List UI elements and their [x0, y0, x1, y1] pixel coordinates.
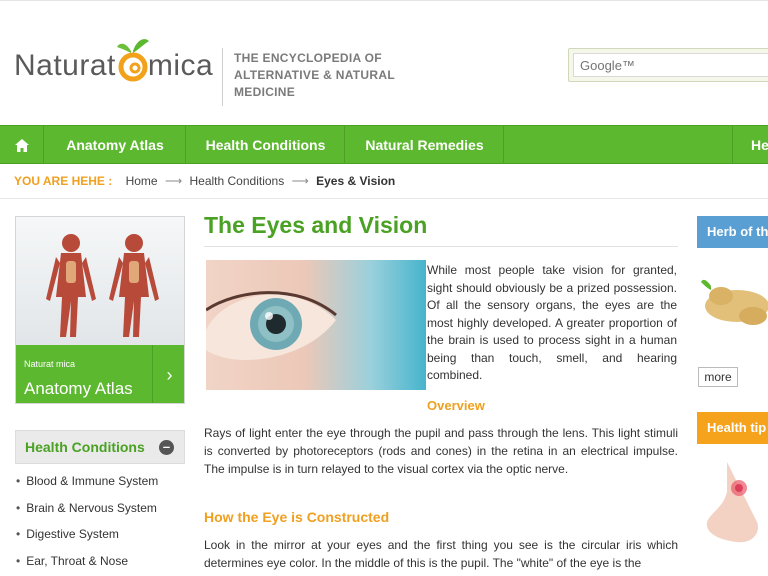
search-box — [568, 48, 768, 82]
breadcrumb-home[interactable]: Home — [126, 174, 158, 188]
breadcrumb-current: Eyes & Vision — [316, 174, 396, 188]
herb-title: Herb of th — [707, 224, 768, 239]
health-conditions-header[interactable]: Health Conditions – — [15, 430, 185, 464]
home-icon — [14, 138, 29, 152]
logo-divider — [222, 48, 223, 106]
logo-text-right: mica — [147, 49, 214, 82]
anatomy-figures-image — [16, 217, 184, 345]
title-divider — [204, 246, 678, 247]
anatomy-atlas-card[interactable]: Naturat mica Anatomy Atlas › — [15, 216, 185, 404]
foot-image[interactable] — [697, 452, 768, 552]
list-item[interactable]: Brain & Nervous System — [16, 501, 158, 528]
breadcrumb-label: YOU ARE HEHE : — [14, 174, 113, 188]
breadcrumb-divider — [0, 198, 768, 199]
chevron-right-icon[interactable]: › — [152, 345, 184, 403]
nav-health-conditions[interactable]: Health Conditions — [187, 126, 345, 164]
list-item[interactable]: Blood & Immune System — [16, 474, 158, 501]
eye-image — [206, 260, 426, 390]
more-button[interactable]: more — [698, 367, 738, 387]
nav-more[interactable]: He — [732, 126, 768, 164]
atlas-title: Anatomy Atlas — [24, 379, 133, 398]
nav-anatomy-atlas[interactable]: Anatomy Atlas — [45, 126, 186, 164]
paragraph-2: Look in the mirror at your eyes and the … — [204, 538, 678, 570]
tips-title: Health tip — [707, 420, 767, 435]
overview-heading: Overview — [427, 398, 485, 413]
page-title: The Eyes and Vision — [204, 212, 428, 238]
intro-text: While most people take vision for grante… — [427, 263, 677, 382]
main-nav: Anatomy Atlas Health Conditions Natural … — [0, 125, 768, 164]
site-header: Naturat mica THE ENCYCLOPEDIA OF ALTERNA… — [0, 0, 768, 125]
constructed-heading: How the Eye is Constructed — [204, 509, 390, 525]
list-item[interactable]: Ear, Throat & Nose — [16, 554, 158, 576]
health-conditions-title: Health Conditions — [25, 439, 145, 455]
nav-home[interactable] — [0, 126, 44, 164]
breadcrumb-health-conditions[interactable]: Health Conditions — [189, 174, 284, 188]
health-conditions-list: Blood & Immune System Brain & Nervous Sy… — [16, 474, 158, 576]
arrow-right-icon: ⟶ — [291, 174, 309, 188]
breadcrumb: YOU ARE HEHE : Home ⟶ Health Conditions … — [14, 174, 395, 188]
ginger-image[interactable] — [697, 256, 768, 356]
site-tagline: THE ENCYCLOPEDIA OF ALTERNATIVE & NATURA… — [234, 51, 395, 99]
health-tips-header: Health tip — [697, 412, 768, 444]
logo-text-left: Naturat — [14, 49, 116, 82]
list-item[interactable]: Digestive System — [16, 527, 158, 554]
herb-of-the-day-header: Herb of th — [697, 216, 768, 248]
search-input[interactable] — [573, 53, 768, 77]
atlas-footer: Naturat mica Anatomy Atlas › — [16, 345, 184, 403]
nav-natural-remedies[interactable]: Natural Remedies — [346, 126, 504, 164]
arrow-right-icon: ⟶ — [164, 174, 183, 188]
collapse-icon[interactable]: – — [159, 440, 174, 455]
atlas-brand: Naturat mica — [24, 359, 76, 369]
paragraph-1: Rays of light enter the eye through the … — [204, 426, 678, 476]
site-logo[interactable]: Naturat mica — [14, 39, 214, 91]
leaf-swirl-icon — [116, 39, 149, 82]
